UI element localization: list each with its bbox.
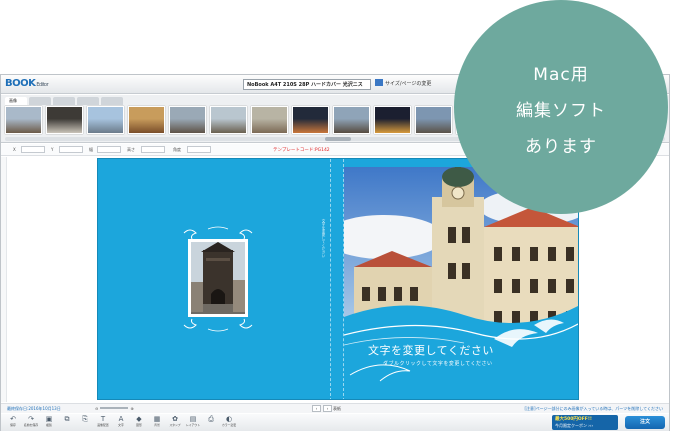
cover-title-text[interactable]: 文字を変更してください (368, 342, 494, 358)
template-code: テンプレートコード:PG142 (273, 148, 330, 153)
notice-text: [注意]ページ一部分にのみ画像が入っている時は、パーツを削除してください (524, 406, 663, 411)
redo-icon: ↷ (28, 415, 34, 423)
coupon-subline: 今月限定クーポン ››› (555, 423, 594, 428)
image-thumbnail[interactable] (169, 106, 206, 134)
last-saved-text: 最終保存日:2016年10月13日 (7, 406, 61, 411)
app-logo: BOOKEditor (5, 78, 49, 89)
image-thumbnail[interactable] (87, 106, 124, 134)
tool-redo-button[interactable]: ↷ 名前を保存 (23, 415, 39, 430)
page-navigator: ‹ › 表紙 (311, 405, 341, 412)
thumbnail-tabs: 画像 (5, 97, 123, 105)
prop-angle-label: 角度 (173, 147, 181, 152)
zoom-out-icon[interactable]: ⊖ (95, 406, 98, 411)
current-page-label: 表紙 (333, 406, 341, 411)
badge-line-3: あります (525, 137, 597, 157)
textbox-icon: A (118, 415, 124, 423)
prop-x-field[interactable] (21, 146, 45, 153)
order-button[interactable]: 注文 (625, 416, 665, 429)
small-photo-frame[interactable] (188, 239, 248, 317)
book-icon (375, 79, 383, 86)
change-size-link[interactable]: サイズ/ページの変更 (375, 79, 431, 89)
prop-w-field[interactable] (97, 146, 121, 153)
layout-icon: ▤ (189, 415, 197, 423)
stamp-icon: ✿ (172, 415, 178, 423)
prop-h-field[interactable] (141, 146, 165, 153)
image-thumbnail[interactable] (128, 106, 165, 134)
shape-icon: ◆ (136, 415, 142, 423)
thumbnail-tab[interactable]: 画像 (5, 97, 27, 105)
image-thumbnail[interactable] (46, 106, 83, 134)
tool-buttons: ↶ 保存 ↷ 名前を保存 ▣ 複製 ⧉ ⎘ T 画像配置 A 文字 ◆ 図形 ▦ 背景 ✿ スタンプ ▤ レイアウト ⎙… (5, 415, 237, 430)
image-thumbnail[interactable] (415, 106, 452, 134)
tool-label: 図形 (136, 423, 142, 427)
tool-copy-button[interactable]: ⧉ (59, 415, 75, 430)
coupon-banner[interactable]: 最大500円OFF!! 今月限定クーポン ››› (552, 415, 618, 430)
tool-label: 画像配置 (97, 423, 109, 427)
tool-layout-button[interactable]: ▤ レイアウト (185, 415, 201, 430)
prop-angle-field[interactable] (187, 146, 211, 153)
tool-textbox-button[interactable]: A 文字 (113, 415, 129, 430)
next-page-button[interactable]: › (323, 405, 332, 412)
tool-label: 背景 (154, 423, 160, 427)
tool-label: スタンプ (169, 423, 181, 427)
prop-y-label: Y (51, 147, 54, 152)
tool-shape-button[interactable]: ◆ 図形 (131, 415, 147, 430)
cover-subtitle-text[interactable]: ダブルクリックして文字を変更してください (383, 360, 493, 367)
spine-fold-left (330, 159, 331, 399)
copy-icon: ⧉ (64, 415, 70, 423)
tool-label: 文字 (118, 423, 124, 427)
tool-stamp-button[interactable]: ✿ スタンプ (167, 415, 183, 430)
color-icon: ◐ (225, 415, 233, 423)
thumbnail-strip (5, 106, 493, 134)
prop-x-label: X (13, 147, 16, 152)
product-select[interactable]: NoBook A4T 210S 28P ハードカバー 光沢ニス (243, 79, 371, 90)
tool-text-button[interactable]: T 画像配置 (95, 415, 111, 430)
image-thumbnail[interactable] (251, 106, 288, 134)
tool-label: 複製 (46, 423, 52, 427)
image-thumbnail[interactable] (5, 106, 42, 134)
image-thumbnail[interactable] (292, 106, 329, 134)
thumbnail-tab[interactable] (77, 97, 99, 105)
thumbnail-tab[interactable] (29, 97, 51, 105)
side-panel (7, 157, 95, 402)
image-thumbnail[interactable] (333, 106, 370, 134)
tool-color-button[interactable]: ◐ カラー変更 (221, 415, 237, 430)
paste-icon: ⎘ (82, 415, 88, 423)
zoom-in-icon[interactable]: ⊕ (130, 406, 133, 411)
tool-label: レイアウト (185, 423, 201, 427)
image-thumbnail[interactable] (374, 106, 411, 134)
bottom-toolbar: ↶ 保存 ↷ 名前を保存 ▣ 複製 ⧉ ⎘ T 画像配置 A 文字 ◆ 図形 ▦ 背景 ✿ スタンプ ▤ レイアウト ⎙… (1, 414, 669, 431)
tool-label: カラー変更 (221, 423, 237, 427)
tool-background-button[interactable]: ▦ 背景 (149, 415, 165, 430)
thumbnail-tab[interactable] (101, 97, 123, 105)
zoom-slider[interactable] (100, 407, 129, 409)
tool-print-button[interactable]: ⎙ (203, 415, 219, 430)
text-icon: T (100, 415, 106, 423)
undo-icon: ↶ (10, 415, 16, 423)
prop-y-field[interactable] (59, 146, 83, 153)
prev-page-button[interactable]: ‹ (312, 405, 321, 412)
prop-h-label: 高さ (127, 147, 135, 152)
tool-paste-button[interactable]: ⎘ (77, 415, 93, 430)
zoom-control[interactable]: ⊖ ⊕ (95, 406, 134, 411)
prop-w-label: 幅 (89, 147, 93, 152)
badge-line-2: 編集ソフト (516, 101, 606, 121)
status-bar: 最終保存日:2016年10月13日 ⊖ ⊕ ‹ › 表紙 [注意]ページ一部分にのみ画… (1, 403, 669, 413)
tool-image-button[interactable]: ▣ 複製 (41, 415, 57, 430)
mac-software-badge: Mac用 編集ソフト あります (454, 0, 668, 214)
print-icon: ⎙ (208, 415, 214, 423)
image-icon: ▣ (45, 415, 53, 423)
tool-label: 名前を保存 (23, 423, 39, 427)
tool-undo-button[interactable]: ↶ 保存 (5, 415, 21, 430)
badge-line-1: Mac用 (533, 65, 589, 85)
spine-text[interactable]: 文字を変更してください (322, 219, 327, 258)
powder-tower-photo (191, 242, 245, 314)
coupon-headline: 最大500円OFF!! (555, 417, 592, 422)
background-icon: ▦ (153, 415, 161, 423)
image-thumbnail[interactable] (210, 106, 247, 134)
tool-label: 保存 (10, 423, 16, 427)
scrollbar-knob[interactable] (325, 137, 351, 141)
thumbnail-tab[interactable] (53, 97, 75, 105)
